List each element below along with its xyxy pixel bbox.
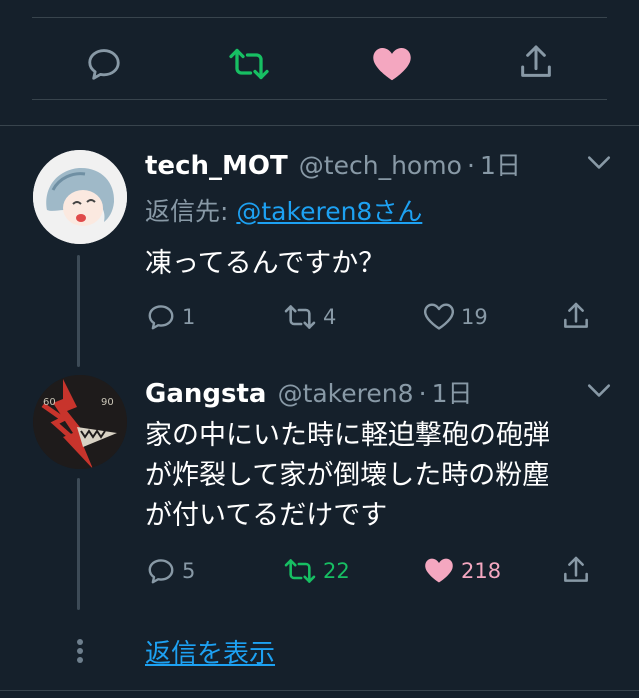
heart-icon (373, 47, 411, 81)
reply-to-link[interactable]: @takeren8さん (236, 197, 422, 226)
tweet-2-header: Gangsta @takeren8 · 1日 (145, 374, 473, 410)
tweet-2-text-line-1: 家の中にいた時に軽迫撃砲の砲弾 (145, 420, 550, 451)
thread-line-2 (77, 478, 80, 610)
retweet-count: 22 (323, 559, 350, 583)
thread-line-1 (77, 255, 80, 367)
tweet-1-menu[interactable] (586, 152, 612, 176)
avatar-label-60: 60 (43, 397, 56, 408)
avatar-gangsta[interactable]: 60 90 (33, 375, 127, 469)
tweet-2-menu[interactable] (586, 380, 612, 404)
bottom-divider (0, 690, 639, 691)
tweet-2-share-button[interactable] (560, 554, 592, 586)
share-button[interactable] (516, 42, 556, 82)
tweet-2-like-button[interactable]: 218 (423, 557, 501, 585)
reply-count: 1 (182, 305, 196, 329)
chevron-down-icon (587, 384, 611, 397)
tweet-1-header: tech_MOT @tech_homo · 1日 (145, 146, 521, 182)
reply-count: 5 (182, 559, 196, 583)
retweet-icon (229, 48, 269, 80)
reply-icon (88, 49, 120, 80)
top-divider (32, 17, 607, 18)
avatar-illustration (33, 150, 127, 244)
share-icon (564, 556, 588, 582)
tweet-2-text-line-3: が付いてるだけです (145, 500, 388, 531)
tweet-2-text: 家の中にいた時に軽迫撃砲の砲弾 が炸裂して家が倒壊した時の粉塵 が付いてるだけで… (145, 416, 550, 536)
reply-icon (148, 559, 174, 584)
tweet-1-like-button[interactable]: 19 (423, 303, 488, 331)
retweet-button[interactable] (228, 46, 270, 82)
share-icon (521, 45, 551, 77)
tweet-2-reply-button[interactable]: 5 (146, 556, 195, 586)
timestamp[interactable]: 1日 (480, 151, 521, 180)
like-count: 218 (461, 559, 502, 583)
retweet-icon (284, 305, 316, 329)
action-divider (32, 99, 607, 100)
display-name[interactable]: tech_MOT (145, 151, 288, 181)
display-name[interactable]: Gangsta (145, 379, 266, 409)
tweet-1-share-button[interactable] (560, 300, 592, 332)
dot-separator: · (466, 151, 475, 180)
heart-icon (425, 558, 453, 583)
like-count: 19 (461, 305, 488, 329)
user-handle[interactable]: @tech_homo (299, 151, 462, 180)
reply-prefix: 返信先: (145, 197, 237, 226)
user-handle[interactable]: @takeren8 (278, 379, 414, 408)
avatar-tech-mot[interactable] (33, 150, 127, 244)
tweet-1-retweet-button[interactable]: 4 (283, 303, 336, 331)
avatar-illustration: 60 90 (33, 375, 127, 469)
show-replies-link[interactable]: 返信を表示 (145, 633, 275, 670)
reply-context: 返信先: @takeren8さん (145, 192, 422, 228)
avatar-label-90: 90 (101, 397, 114, 408)
timestamp[interactable]: 1日 (432, 379, 473, 408)
share-icon (564, 302, 588, 328)
reply-icon (148, 305, 174, 330)
tweet-2-retweet-button[interactable]: 22 (283, 557, 350, 585)
reply-button[interactable] (85, 45, 123, 83)
dot-separator: · (418, 379, 427, 408)
more-dots-icon (76, 638, 84, 668)
tweet-1-text: 凍ってるんですか？ (145, 248, 386, 279)
heart-outline-icon (424, 303, 454, 330)
retweet-icon (284, 559, 316, 583)
retweet-count: 4 (323, 305, 337, 329)
tweet-2-text-line-2: が炸裂して家が倒壊した時の粉塵 (145, 460, 550, 491)
section-divider (0, 125, 639, 126)
like-button[interactable] (371, 44, 413, 82)
chevron-down-icon (587, 156, 611, 169)
tweet-1-reply-button[interactable]: 1 (146, 302, 195, 332)
